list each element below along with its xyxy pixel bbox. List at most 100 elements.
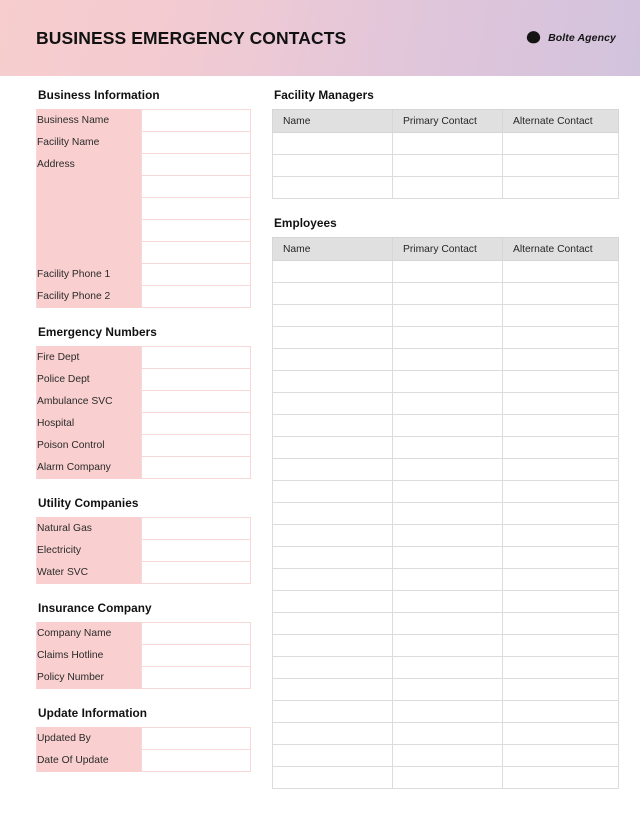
table-cell[interactable]: [502, 260, 619, 283]
field-input-cell[interactable]: [141, 263, 251, 286]
table-cell[interactable]: [272, 132, 393, 155]
table-cell[interactable]: [502, 744, 619, 767]
table-cell[interactable]: [392, 176, 503, 199]
table-cell[interactable]: [272, 370, 393, 393]
field-input-cell[interactable]: [141, 749, 251, 772]
field-input-cell[interactable]: [141, 131, 251, 154]
table-cell[interactable]: [392, 722, 503, 745]
field-input-cell[interactable]: [141, 622, 251, 645]
table-cell[interactable]: [502, 656, 619, 679]
field-input-cell[interactable]: [141, 241, 251, 264]
table-cell[interactable]: [502, 154, 619, 177]
table-cell[interactable]: [392, 524, 503, 547]
table-cell[interactable]: [502, 436, 619, 459]
field-input-cell[interactable]: [141, 175, 251, 198]
field-input-cell[interactable]: [141, 197, 251, 220]
table-cell[interactable]: [272, 568, 393, 591]
table-cell[interactable]: [272, 722, 393, 745]
table-cell[interactable]: [392, 348, 503, 371]
table-cell[interactable]: [392, 392, 503, 415]
table-cell[interactable]: [272, 766, 393, 789]
field-input-cell[interactable]: [141, 285, 251, 308]
table-cell[interactable]: [272, 458, 393, 481]
field-input-cell[interactable]: [141, 346, 251, 369]
table-cell[interactable]: [502, 480, 619, 503]
table-cell[interactable]: [272, 260, 393, 283]
table-cell[interactable]: [502, 546, 619, 569]
table-cell[interactable]: [502, 282, 619, 305]
table-cell[interactable]: [502, 722, 619, 745]
field-input-cell[interactable]: [141, 390, 251, 413]
field-input-cell[interactable]: [141, 219, 251, 242]
table-cell[interactable]: [392, 634, 503, 657]
table-cell[interactable]: [502, 678, 619, 701]
table-cell[interactable]: [392, 568, 503, 591]
table-cell[interactable]: [502, 132, 619, 155]
table-cell[interactable]: [392, 260, 503, 283]
table-cell[interactable]: [392, 590, 503, 613]
table-cell[interactable]: [392, 304, 503, 327]
table-cell[interactable]: [272, 414, 393, 437]
table-cell[interactable]: [392, 458, 503, 481]
table-cell[interactable]: [272, 436, 393, 459]
table-cell[interactable]: [272, 678, 393, 701]
table-cell[interactable]: [272, 546, 393, 569]
table-cell[interactable]: [272, 392, 393, 415]
table-cell[interactable]: [272, 176, 393, 199]
table-cell[interactable]: [392, 678, 503, 701]
table-cell[interactable]: [392, 700, 503, 723]
table-cell[interactable]: [272, 612, 393, 635]
table-cell[interactable]: [392, 132, 503, 155]
table-cell[interactable]: [272, 304, 393, 327]
field-input-cell[interactable]: [141, 109, 251, 132]
table-cell[interactable]: [272, 524, 393, 547]
table-cell[interactable]: [392, 370, 503, 393]
table-cell[interactable]: [272, 154, 393, 177]
field-input-cell[interactable]: [141, 727, 251, 750]
table-cell[interactable]: [502, 766, 619, 789]
table-cell[interactable]: [502, 634, 619, 657]
table-cell[interactable]: [502, 370, 619, 393]
table-cell[interactable]: [392, 414, 503, 437]
field-input-cell[interactable]: [141, 539, 251, 562]
table-cell[interactable]: [502, 458, 619, 481]
table-cell[interactable]: [392, 480, 503, 503]
table-cell[interactable]: [392, 436, 503, 459]
field-input-cell[interactable]: [141, 517, 251, 540]
field-input-cell[interactable]: [141, 368, 251, 391]
table-cell[interactable]: [272, 656, 393, 679]
table-cell[interactable]: [272, 326, 393, 349]
table-cell[interactable]: [272, 348, 393, 371]
field-input-cell[interactable]: [141, 412, 251, 435]
table-cell[interactable]: [392, 326, 503, 349]
table-cell[interactable]: [502, 524, 619, 547]
table-cell[interactable]: [272, 590, 393, 613]
table-cell[interactable]: [502, 304, 619, 327]
table-cell[interactable]: [502, 392, 619, 415]
table-cell[interactable]: [502, 612, 619, 635]
table-cell[interactable]: [272, 480, 393, 503]
table-cell[interactable]: [502, 326, 619, 349]
field-input-cell[interactable]: [141, 644, 251, 667]
table-cell[interactable]: [392, 656, 503, 679]
table-cell[interactable]: [502, 414, 619, 437]
table-cell[interactable]: [392, 766, 503, 789]
table-cell[interactable]: [392, 502, 503, 525]
table-cell[interactable]: [502, 348, 619, 371]
field-input-cell[interactable]: [141, 561, 251, 584]
table-cell[interactable]: [272, 744, 393, 767]
table-cell[interactable]: [502, 568, 619, 591]
table-cell[interactable]: [272, 634, 393, 657]
table-cell[interactable]: [272, 502, 393, 525]
table-cell[interactable]: [272, 282, 393, 305]
table-cell[interactable]: [392, 612, 503, 635]
table-cell[interactable]: [502, 590, 619, 613]
field-input-cell[interactable]: [141, 666, 251, 689]
table-cell[interactable]: [502, 700, 619, 723]
table-cell[interactable]: [502, 502, 619, 525]
table-cell[interactable]: [392, 546, 503, 569]
table-cell[interactable]: [392, 154, 503, 177]
field-input-cell[interactable]: [141, 153, 251, 176]
table-cell[interactable]: [392, 282, 503, 305]
table-cell[interactable]: [272, 700, 393, 723]
